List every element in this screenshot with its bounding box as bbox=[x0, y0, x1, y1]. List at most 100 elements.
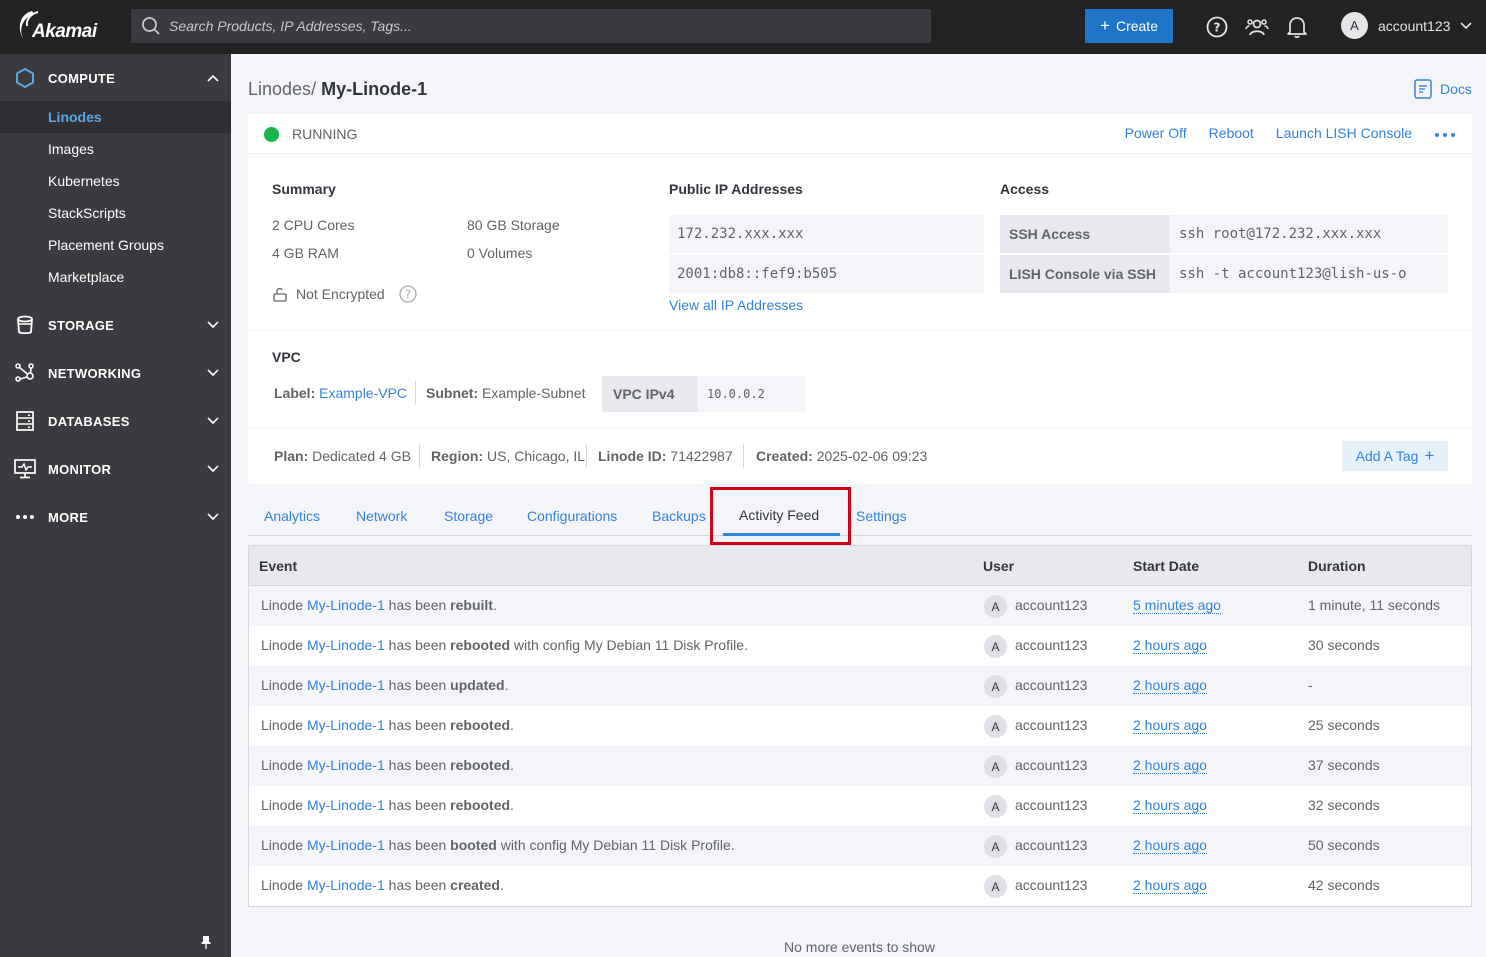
linode-link[interactable]: My-Linode-1 bbox=[307, 797, 385, 813]
sidebar-group-more[interactable]: MORE bbox=[0, 493, 231, 541]
plan-value: Dedicated 4 GB bbox=[312, 448, 411, 464]
vpc-label-link[interactable]: Example-VPC bbox=[319, 385, 407, 401]
start-date[interactable]: 2 hours ago bbox=[1133, 677, 1207, 694]
event-action: booted bbox=[450, 837, 497, 853]
linode-link[interactable]: My-Linode-1 bbox=[307, 637, 385, 653]
svg-text:?: ? bbox=[405, 288, 411, 301]
linode-link[interactable]: My-Linode-1 bbox=[307, 597, 385, 613]
akamai-logo[interactable]: Akamai bbox=[14, 8, 104, 46]
event-suffix: with config My Debian 11 Disk Profile. bbox=[496, 837, 735, 853]
vpc-ipv4-value[interactable]: 10.0.0.2 bbox=[698, 376, 805, 412]
divider bbox=[743, 444, 744, 468]
event-description: Linode My-Linode-1 has been rebooted. bbox=[261, 717, 514, 733]
search-input[interactable] bbox=[169, 18, 869, 34]
sidebar-item-images[interactable]: Images bbox=[0, 133, 231, 165]
sidebar-item-placement-groups[interactable]: Placement Groups bbox=[0, 229, 231, 261]
view-all-ips-link[interactable]: View all IP Addresses bbox=[669, 297, 803, 313]
linode-link[interactable]: My-Linode-1 bbox=[307, 877, 385, 893]
start-date[interactable]: 2 hours ago bbox=[1133, 877, 1207, 894]
reboot-button[interactable]: Reboot bbox=[1209, 125, 1254, 141]
column-header-duration[interactable]: Duration bbox=[1308, 558, 1366, 574]
vpc-ipv4-label: VPC IPv4 bbox=[602, 376, 698, 412]
summary-title: Summary bbox=[272, 181, 336, 197]
sidebar-item-marketplace[interactable]: Marketplace bbox=[0, 261, 231, 293]
event-action: created bbox=[450, 877, 500, 893]
linode-link[interactable]: My-Linode-1 bbox=[307, 837, 385, 853]
user-name: account123 bbox=[1015, 677, 1088, 693]
create-label: Create bbox=[1115, 18, 1158, 34]
account-name: account123 bbox=[1378, 17, 1451, 34]
power-off-button[interactable]: Power Off bbox=[1125, 125, 1187, 141]
breadcrumb-parent-link[interactable]: Linodes bbox=[248, 79, 311, 99]
start-date[interactable]: 5 minutes ago bbox=[1133, 597, 1221, 614]
ipv6-address[interactable]: 2001:db8::fef9:b505 bbox=[669, 255, 984, 293]
pin-sidebar-icon[interactable] bbox=[200, 935, 212, 952]
help-icon[interactable]: ? bbox=[1204, 14, 1230, 40]
linode-meta-bar: Plan: Dedicated 4 GB Region: US, Chicago… bbox=[248, 428, 1472, 484]
sidebar-item-stackscripts[interactable]: StackScripts bbox=[0, 197, 231, 229]
table-row: Linode My-Linode-1 has been created. A a… bbox=[249, 866, 1471, 906]
tab-settings[interactable]: Settings bbox=[856, 508, 907, 524]
vpc-title: VPC bbox=[272, 349, 301, 365]
linode-link[interactable]: My-Linode-1 bbox=[307, 677, 385, 693]
start-date[interactable]: 2 hours ago bbox=[1133, 717, 1207, 734]
sidebar-group-databases[interactable]: DATABASES bbox=[0, 397, 231, 445]
more-actions-icon[interactable] bbox=[1434, 125, 1456, 141]
sidebar-group-compute[interactable]: COMPUTE bbox=[0, 54, 231, 102]
ipv4-address[interactable]: 172.232.xxx.xxx bbox=[669, 215, 984, 253]
create-button[interactable]: + Create bbox=[1085, 9, 1173, 43]
ram-size: 4 GB RAM bbox=[272, 245, 339, 261]
sidebar-item-linodes[interactable]: Linodes bbox=[0, 101, 231, 133]
sidebar-item-kubernetes[interactable]: Kubernetes bbox=[0, 165, 231, 197]
add-tag-button[interactable]: Add A Tag + bbox=[1342, 441, 1448, 471]
search-bar[interactable] bbox=[131, 9, 931, 43]
vpc-subnet-key: Subnet: bbox=[426, 385, 479, 401]
help-icon[interactable]: ? bbox=[399, 285, 417, 303]
notifications-bell-icon[interactable] bbox=[1284, 14, 1310, 40]
event-prefix: Linode bbox=[261, 757, 304, 773]
event-prefix: Linode bbox=[261, 677, 304, 693]
tab-analytics[interactable]: Analytics bbox=[264, 508, 320, 524]
docs-link[interactable]: Docs bbox=[1414, 79, 1472, 99]
event-description: Linode My-Linode-1 has been rebuilt. bbox=[261, 597, 497, 613]
sidebar-group-storage[interactable]: STORAGE bbox=[0, 301, 231, 349]
tab-backups[interactable]: Backups bbox=[652, 508, 706, 524]
plus-icon: + bbox=[1424, 446, 1435, 465]
tab-storage[interactable]: Storage bbox=[444, 508, 493, 524]
column-header-event[interactable]: Event bbox=[259, 558, 297, 574]
sidebar-group-label: COMPUTE bbox=[48, 70, 116, 86]
table-row: Linode My-Linode-1 has been rebooted. A … bbox=[249, 706, 1471, 746]
storage-size: 80 GB Storage bbox=[467, 217, 560, 233]
start-date[interactable]: 2 hours ago bbox=[1133, 837, 1207, 854]
tab-network[interactable]: Network bbox=[356, 508, 407, 524]
ssh-access-command[interactable]: ssh root@172.232.xxx.xxx bbox=[1170, 215, 1448, 253]
event-mid: has been bbox=[388, 757, 447, 773]
user-name: account123 bbox=[1015, 597, 1088, 613]
sidebar-group-networking[interactable]: NETWORKING bbox=[0, 349, 231, 397]
lish-console-command[interactable]: ssh -t account123@lish-us-o bbox=[1170, 255, 1448, 293]
launch-lish-console-button[interactable]: Launch LISH Console bbox=[1276, 125, 1412, 141]
divider bbox=[419, 444, 420, 468]
sidebar-group-monitor[interactable]: MONITOR bbox=[0, 445, 231, 493]
column-header-user[interactable]: User bbox=[983, 558, 1014, 574]
linode-link[interactable]: My-Linode-1 bbox=[307, 717, 385, 733]
linode-link[interactable]: My-Linode-1 bbox=[307, 757, 385, 773]
tab-configurations[interactable]: Configurations bbox=[527, 508, 617, 524]
community-icon[interactable] bbox=[1244, 14, 1270, 40]
start-date[interactable]: 2 hours ago bbox=[1133, 757, 1207, 774]
column-header-start-date[interactable]: Start Date bbox=[1133, 558, 1199, 574]
region-key: Region: bbox=[431, 448, 484, 464]
linode-id-key: Linode ID: bbox=[598, 448, 667, 464]
table-row: Linode My-Linode-1 has been updated. A a… bbox=[249, 666, 1471, 706]
event-prefix: Linode bbox=[261, 637, 304, 653]
region-value: US, Chicago, IL bbox=[487, 448, 586, 464]
chevron-down-icon bbox=[207, 417, 219, 425]
hexagon-icon bbox=[14, 67, 36, 89]
account-menu[interactable]: A account123 bbox=[1341, 12, 1472, 39]
activity-feed-table: Event User Start Date Duration Linode My… bbox=[248, 545, 1472, 907]
event-prefix: Linode bbox=[261, 597, 304, 613]
no-more-events: No more events to show bbox=[784, 939, 935, 955]
start-date[interactable]: 2 hours ago bbox=[1133, 797, 1207, 814]
start-date[interactable]: 2 hours ago bbox=[1133, 637, 1207, 654]
created-info: Created: 2025-02-06 09:23 bbox=[756, 448, 927, 464]
